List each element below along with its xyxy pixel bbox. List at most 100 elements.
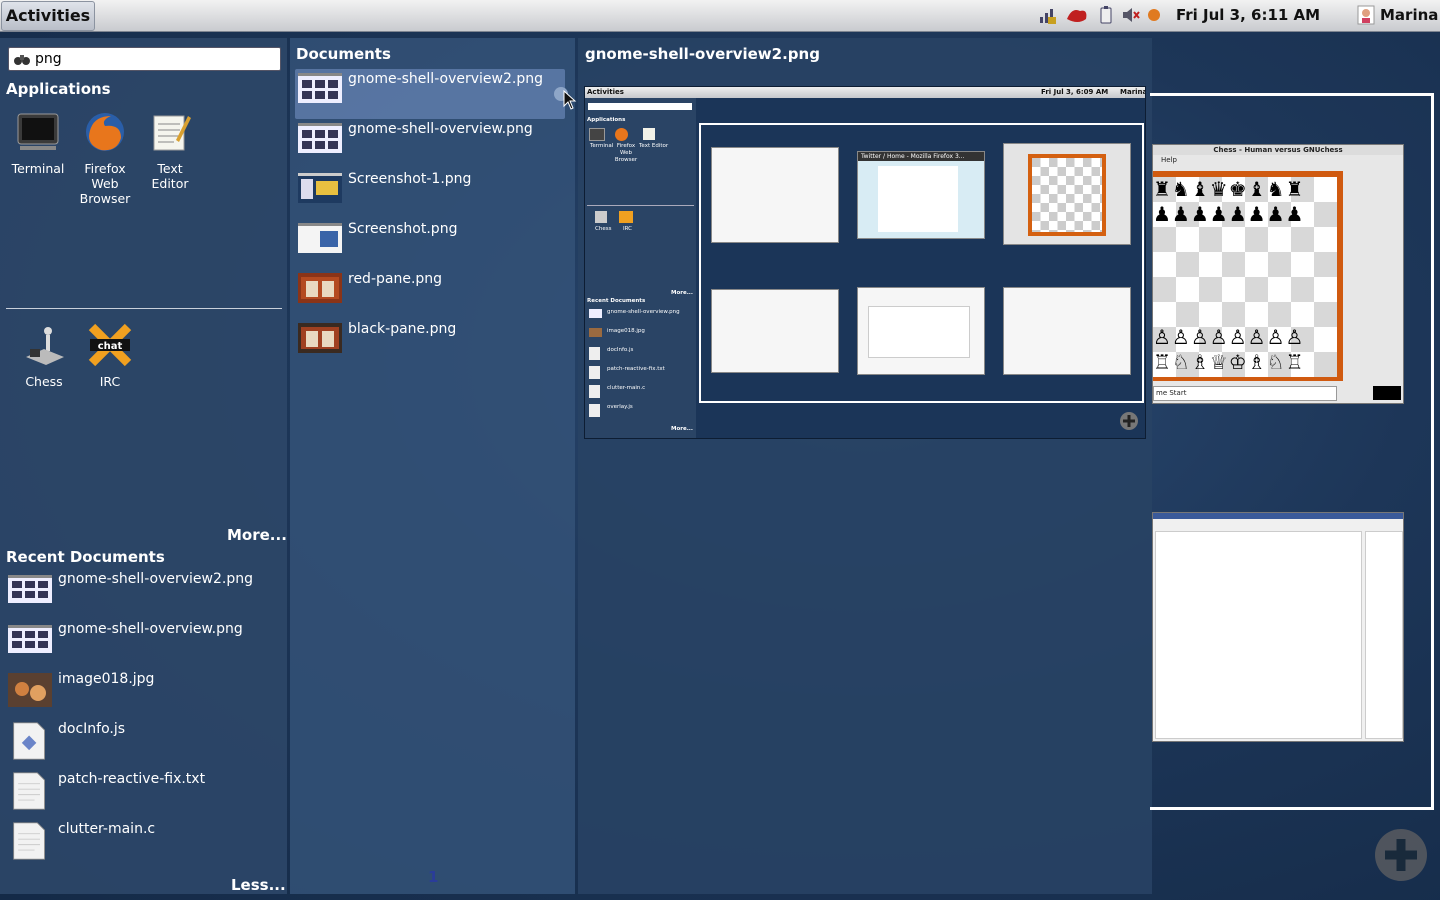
document-item-selected[interactable]: gnome-shell-overview2.png bbox=[295, 69, 568, 119]
image-thumbnail bbox=[298, 173, 342, 203]
chess-window-title: Chess - Human versus GNUchess bbox=[1153, 145, 1403, 155]
overview-sidebar: png Applications Terminal Firefox Web Br… bbox=[0, 38, 287, 894]
image-thumbnail bbox=[298, 273, 342, 303]
image-thumbnail bbox=[8, 625, 52, 653]
mini-window-twitter: Twitter / Home - Mozilla Firefox 3... bbox=[857, 151, 985, 239]
text-file-icon bbox=[13, 772, 45, 810]
mini-recent-item: clutter-main.c bbox=[607, 385, 646, 391]
editor-side-list[interactable] bbox=[1365, 531, 1403, 739]
recent-doc-item[interactable]: image018.jpg bbox=[8, 671, 278, 721]
text-file-icon bbox=[13, 822, 45, 860]
battery-icon[interactable] bbox=[1096, 5, 1116, 25]
app-label: IRC bbox=[99, 374, 121, 389]
search-input[interactable]: png bbox=[35, 48, 62, 70]
xchat-icon: chat bbox=[88, 323, 132, 367]
recent-documents-heading: Recent Documents bbox=[6, 548, 165, 566]
mini-separator bbox=[587, 205, 694, 206]
recent-doc-item[interactable]: gnome-shell-overview2.png bbox=[8, 571, 278, 621]
mini-app-label: Text Editor bbox=[639, 143, 669, 149]
mini-window-chess bbox=[1003, 143, 1131, 245]
weather-icon[interactable] bbox=[1144, 5, 1164, 25]
preview-title: gnome-shell-overview2.png bbox=[585, 45, 820, 63]
document-name: Screenshot-1.png bbox=[348, 171, 472, 187]
user-avatar-icon[interactable] bbox=[1356, 5, 1376, 25]
chess-menu[interactable]: Help bbox=[1153, 155, 1403, 165]
document-item[interactable]: Screenshot-1.png bbox=[295, 169, 565, 219]
image-thumbnail bbox=[298, 323, 342, 353]
clock[interactable]: Fri Jul 3, 6:11 AM bbox=[1176, 0, 1320, 31]
editor-text-area[interactable] bbox=[1155, 531, 1362, 739]
applications-heading: Applications bbox=[6, 80, 111, 98]
document-preview-pane: gnome-shell-overview2.png Activities Fri… bbox=[578, 38, 1152, 894]
pidgin-icon[interactable] bbox=[1064, 5, 1090, 25]
black-pieces: ♜♞♝♛♚♝♞♜ ♟♟♟♟♟♟♟♟ bbox=[1153, 177, 1305, 226]
documents-heading: Documents bbox=[296, 45, 391, 63]
editor-window-title bbox=[1153, 513, 1403, 519]
app-terminal[interactable]: Terminal bbox=[5, 110, 71, 176]
mini-workspace: Twitter / Home - Mozilla Firefox 3... bbox=[699, 123, 1144, 403]
app-chess[interactable]: Chess bbox=[11, 323, 77, 389]
document-item[interactable]: gnome-shell-overview.png bbox=[295, 119, 565, 169]
text-editor-icon bbox=[153, 115, 191, 151]
mini-window-planet bbox=[857, 287, 985, 375]
mini-sidebar: Applications Terminal Firefox Web Browse… bbox=[585, 98, 696, 438]
mini-firefox-icon bbox=[615, 128, 628, 141]
mini-recent-item: docInfo.js bbox=[607, 347, 634, 353]
mini-app-label: Firefox Web Browser bbox=[614, 143, 638, 163]
mini-search bbox=[588, 103, 692, 110]
document-name: gnome-shell-overview2.png bbox=[348, 71, 543, 87]
chess-window[interactable]: Chess - Human versus GNUchess Help ♜♞♝♛♚… bbox=[1152, 144, 1404, 404]
mini-topbar: Activities Fri Jul 3, 6:09 AM Marina bbox=[585, 87, 1145, 98]
mini-app-label: IRC bbox=[623, 226, 633, 232]
mini-recent-item: gnome-shell-overview.png bbox=[607, 309, 680, 315]
activities-button[interactable]: Activities bbox=[1, 1, 95, 31]
add-workspace-button[interactable] bbox=[1375, 829, 1427, 881]
mini-window-terminal bbox=[711, 289, 839, 373]
app-label: Terminal bbox=[11, 161, 65, 176]
recent-doc-name: gnome-shell-overview.png bbox=[58, 621, 243, 637]
page-number[interactable]: 1 bbox=[428, 868, 438, 886]
image-thumbnail bbox=[298, 123, 342, 153]
mini-app-label: Terminal bbox=[590, 143, 614, 149]
image-thumbnail bbox=[298, 73, 342, 103]
app-label: Chess bbox=[25, 374, 63, 389]
plus-icon bbox=[1385, 839, 1417, 871]
document-name: gnome-shell-overview.png bbox=[348, 121, 533, 137]
recent-documents-less-link[interactable]: Less... bbox=[231, 876, 286, 894]
recent-doc-name: clutter-main.c bbox=[58, 821, 156, 837]
app-text-editor[interactable]: Text Editor bbox=[137, 110, 203, 191]
mini-window-title: Twitter / Home - Mozilla Firefox 3... bbox=[858, 152, 984, 161]
applications-more-link[interactable]: More... bbox=[227, 526, 287, 544]
app-irc[interactable]: chat IRC bbox=[77, 323, 143, 389]
chess-game-select[interactable]: me Start bbox=[1153, 386, 1337, 401]
mini-chess-icon bbox=[595, 211, 607, 223]
search-field[interactable]: png bbox=[8, 47, 281, 71]
chess-turn-indicator bbox=[1373, 386, 1401, 400]
recent-doc-name: patch-reactive-fix.txt bbox=[58, 771, 206, 787]
mini-user: Marina bbox=[1120, 88, 1146, 96]
top-panel: Activities Fri Jul 3, 6:11 AM Marina bbox=[0, 0, 1440, 32]
user-menu[interactable]: Marina bbox=[1380, 0, 1438, 31]
recent-doc-item[interactable]: gnome-shell-overview.png bbox=[8, 621, 278, 671]
image-thumbnail bbox=[8, 575, 52, 603]
volume-muted-icon[interactable] bbox=[1120, 5, 1140, 25]
network-icon[interactable] bbox=[1038, 5, 1058, 25]
image-thumbnail bbox=[298, 223, 342, 253]
mini-add-workspace-icon bbox=[1120, 412, 1138, 430]
document-item[interactable]: black-pane.png bbox=[295, 319, 565, 369]
binoculars-icon bbox=[14, 55, 30, 65]
recent-doc-item[interactable]: clutter-main.c bbox=[8, 821, 278, 871]
photo-thumbnail bbox=[8, 673, 52, 707]
document-item[interactable]: red-pane.png bbox=[295, 269, 565, 319]
mini-recent-item: image018.jpg bbox=[607, 328, 645, 334]
app-firefox[interactable]: Firefox Web Browser bbox=[72, 110, 138, 206]
editor-window[interactable] bbox=[1152, 512, 1404, 742]
mini-recent-item: overlay.js bbox=[607, 404, 633, 410]
recent-doc-item[interactable]: docInfo.js bbox=[8, 721, 278, 771]
document-item[interactable]: Screenshot.png bbox=[295, 219, 565, 269]
separator bbox=[6, 308, 282, 309]
white-pieces: ♙♙♙♙♙♙♙♙ ♖♘♗♕♔♗♘♖ bbox=[1153, 325, 1305, 374]
recent-doc-item[interactable]: patch-reactive-fix.txt bbox=[8, 771, 278, 821]
chess-icon bbox=[26, 327, 64, 365]
firefox-icon bbox=[86, 113, 124, 151]
